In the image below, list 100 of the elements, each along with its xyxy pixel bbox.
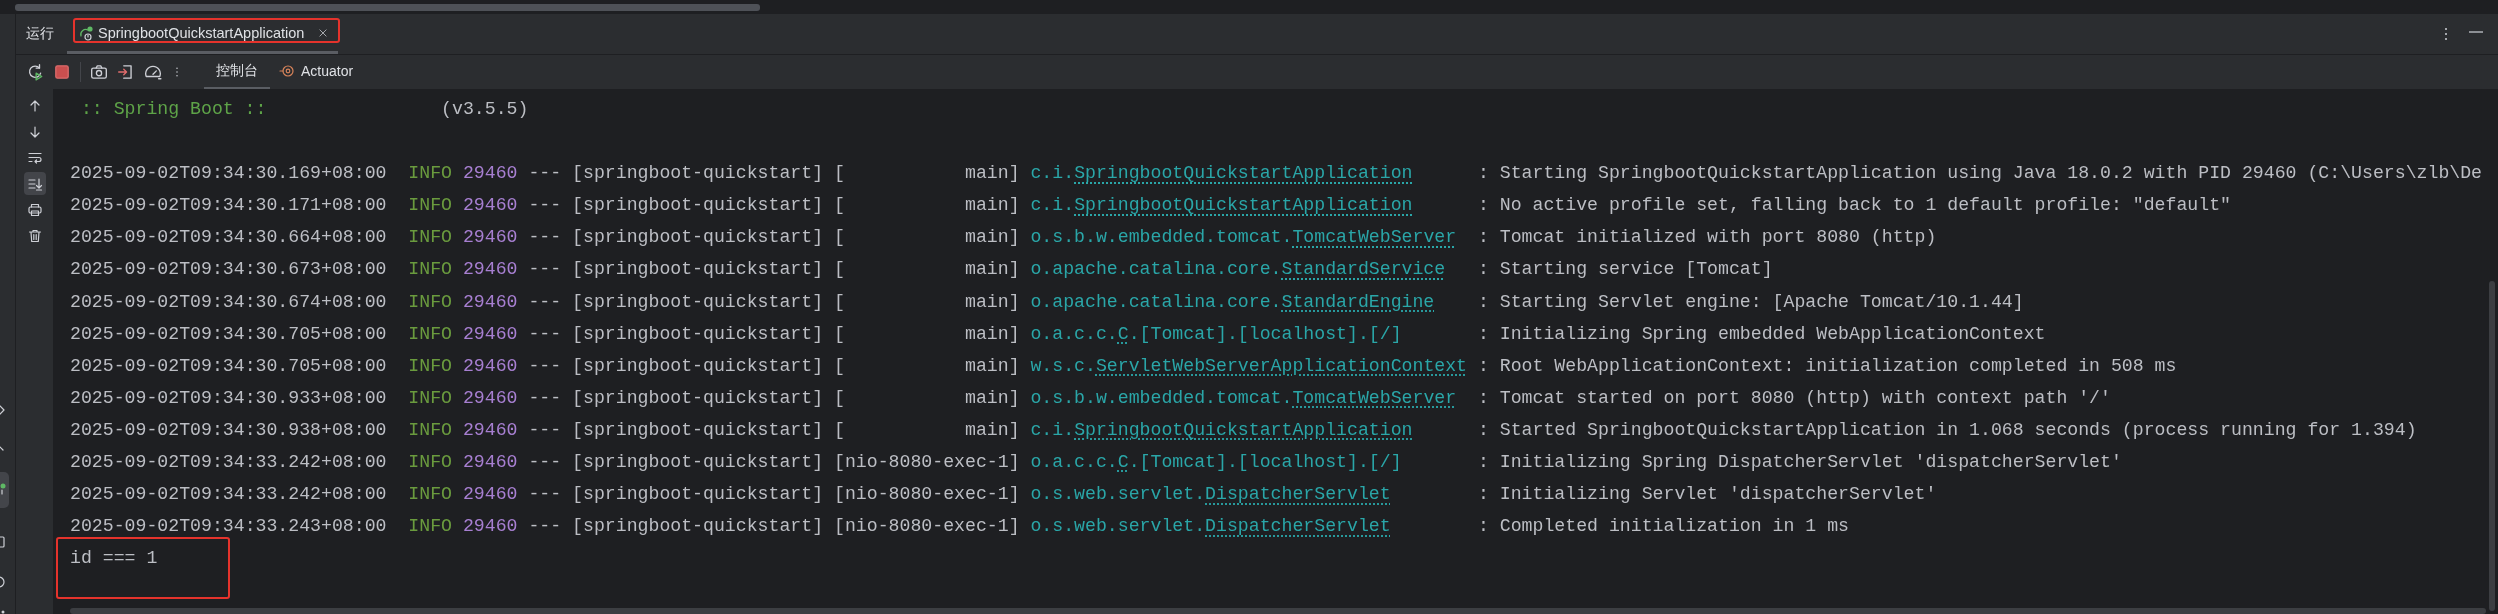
class-link[interactable]: SpringbootQuickstartApplication [1074, 195, 1413, 216]
class-link[interactable]: DispatcherServlet [1205, 516, 1391, 537]
logger-name: c.i.SpringbootQuickstartApplication [1030, 194, 1414, 218]
process-id: 29460 [462, 323, 518, 344]
log-message: Initializing Spring embedded WebApplicationContext [1499, 323, 2046, 344]
class-link[interactable]: ServletWebServerApplicationContext [1095, 355, 1468, 376]
separator-text: --- [528, 163, 562, 184]
stop-icon[interactable] [53, 63, 71, 81]
separator-text: --- [528, 291, 562, 312]
scrollbar-thumb[interactable] [2489, 281, 2495, 611]
tool-window-title: 运行 [26, 25, 55, 43]
colon-text: : [1477, 355, 1489, 376]
log-level: INFO [408, 484, 452, 505]
colon-text: : [1477, 291, 1489, 312]
app-name: [springboot-quickstart] [572, 516, 824, 537]
logger-name: o.a.c.c.C.[Tomcat].[localhost].[/] [1030, 451, 1403, 475]
logger-name: o.apache.catalina.core.StandardService [1030, 258, 1447, 282]
exit-icon[interactable] [117, 63, 135, 81]
target-icon [279, 63, 295, 79]
thread-name: [nio-8080-exec-1] [834, 516, 1020, 537]
scroll-to-end-button[interactable] [23, 172, 46, 195]
log-message: Starting service [Tomcat] [1499, 259, 1773, 280]
camera-icon[interactable] [90, 63, 108, 81]
thread-name: [ main] [834, 291, 1020, 312]
printer-icon [26, 201, 43, 218]
colon-text: : [1477, 516, 1489, 537]
app-name: [springboot-quickstart] [572, 195, 824, 216]
process-id: 29460 [462, 355, 518, 376]
scrollbar-thumb[interactable] [70, 608, 2486, 614]
class-link[interactable]: C [1117, 323, 1129, 344]
log-message: Initializing Spring DispatcherServlet 'dispatcherServlet' [1499, 452, 2122, 473]
log-message: Started SpringbootQuickstartApplication in 1.068 seconds (process running for 1.394) [1499, 419, 2417, 440]
thread-name: [ main] [834, 227, 1020, 248]
class-link[interactable]: TomcatWebServer [1292, 227, 1457, 248]
log-level: INFO [408, 227, 452, 248]
colon-text: : [1477, 259, 1489, 280]
log-level: INFO [408, 516, 452, 537]
class-link[interactable]: SpringbootQuickstartApplication [1074, 163, 1413, 184]
log-message: Tomcat initialized with port 8080 (http) [1499, 227, 1937, 248]
process-id: 29460 [462, 516, 518, 537]
class-link[interactable]: StandardEngine [1281, 291, 1435, 312]
timestamp: 2025-09-02T09:34:33.242+08:00 [70, 452, 387, 473]
colon-text: : [1477, 419, 1489, 440]
log-message: Initializing Servlet 'dispatcherServlet' [1499, 484, 1937, 505]
log-message: Root WebApplicationContext: initialization completed in 508 ms [1499, 355, 2177, 376]
separator-text: --- [528, 355, 562, 376]
app-name: [springboot-quickstart] [572, 323, 824, 344]
app-name: [springboot-quickstart] [572, 452, 824, 473]
logger-name: o.apache.catalina.core.StandardEngine [1030, 290, 1436, 314]
colon-text: : [1477, 323, 1489, 344]
close-icon[interactable] [318, 27, 329, 38]
logger-name: o.s.web.servlet.DispatcherServlet [1030, 483, 1392, 507]
class-link[interactable]: StandardService [1281, 259, 1446, 280]
spring-app-icon [78, 24, 94, 41]
rerun-icon[interactable] [26, 63, 44, 81]
process-id: 29460 [462, 195, 518, 216]
logger-name: o.s.b.w.embedded.tomcat.TomcatWebServer [1030, 386, 1458, 410]
app-name: [springboot-quickstart] [572, 227, 824, 248]
logger-name: c.i.SpringbootQuickstartApplication [1030, 418, 1414, 442]
timestamp: 2025-09-02T09:34:30.664+08:00 [70, 227, 387, 248]
timestamp: 2025-09-02T09:34:30.938+08:00 [70, 419, 387, 440]
actuator-tab[interactable]: Actuator [267, 55, 366, 89]
class-link[interactable]: C [1117, 452, 1129, 473]
logger-name: o.s.web.servlet.DispatcherServlet [1030, 515, 1392, 539]
process-id: 29460 [462, 291, 518, 312]
log-level: INFO [408, 323, 452, 344]
timestamp: 2025-09-02T09:34:30.171+08:00 [70, 195, 387, 216]
log-message: Completed initialization in 1 ms [1499, 516, 1849, 537]
log-message: Starting SpringbootQuickstartApplication using Java 18.0.2 with PID 29460 (C:\Users\zlb\De [1499, 163, 2483, 184]
log-level: INFO [408, 387, 452, 408]
timestamp: 2025-09-02T09:34:33.242+08:00 [70, 484, 387, 505]
logger-name: o.a.c.c.C.[Tomcat].[localhost].[/] [1030, 322, 1403, 346]
gauge-icon[interactable] [144, 63, 162, 81]
class-link[interactable]: SpringbootQuickstartApplication [1074, 419, 1413, 440]
trash-icon [26, 227, 43, 244]
separator-text: --- [528, 484, 562, 505]
process-id: 29460 [462, 259, 518, 280]
app-name: [springboot-quickstart] [572, 355, 824, 376]
app-name: [springboot-quickstart] [572, 163, 824, 184]
log-level: INFO [408, 419, 452, 440]
separator-text: --- [528, 516, 562, 537]
thread-name: [ main] [834, 259, 1020, 280]
separator-text: --- [528, 259, 562, 280]
logger-name: w.s.c.ServletWebServerApplicationContext [1030, 354, 1467, 378]
separator-text: --- [528, 227, 562, 248]
class-link[interactable]: TomcatWebServer [1292, 387, 1457, 408]
process-id: 29460 [462, 452, 518, 473]
class-link[interactable]: DispatcherServlet [1205, 484, 1391, 505]
colon-text: : [1477, 387, 1489, 408]
separator-text: --- [528, 387, 562, 408]
colon-text: : [1477, 163, 1489, 184]
logger-name: c.i.SpringbootQuickstartApplication [1030, 162, 1414, 186]
version-text: (v3.5.5) [441, 99, 529, 119]
colon-text: : [1477, 227, 1489, 248]
separator-text: --- [528, 323, 562, 344]
scrollbar-thumb[interactable] [15, 4, 760, 11]
separator-text: --- [528, 419, 562, 440]
log-level: INFO [408, 163, 452, 184]
timestamp: 2025-09-02T09:34:30.705+08:00 [70, 355, 387, 376]
log-level: INFO [408, 291, 452, 312]
